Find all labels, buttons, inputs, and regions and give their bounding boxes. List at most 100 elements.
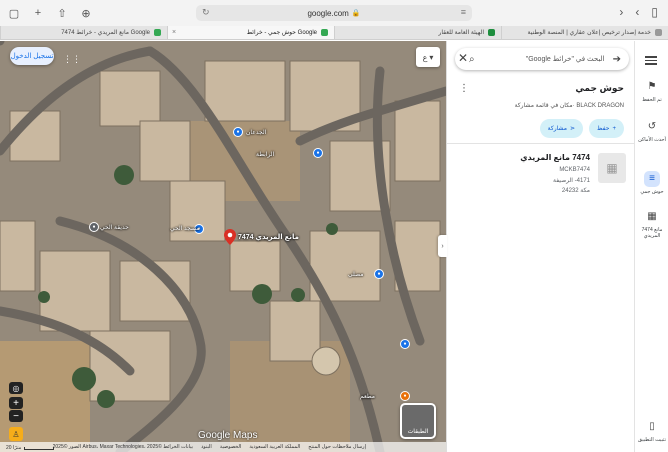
right-rail: ⚑ تم الحفظ ↺ أحدث الأماكن ≡ حوش جمي ▦ 74… (634, 41, 668, 452)
rega-favicon-icon (488, 29, 495, 36)
pin-label: 7474 مانع المريدي (238, 234, 300, 241)
terms-link[interactable]: البنود (201, 444, 212, 450)
tab-bar: 7474 مانع المريدي - خرائط Google × حوش ج… (0, 26, 668, 40)
search-box[interactable]: ➔ البحث في "خرائط Google" ⌕ (455, 48, 629, 70)
map-label: الجدعان (246, 130, 267, 136)
search-icon[interactable]: ⌕ (469, 54, 475, 65)
scale-bar (24, 446, 55, 450)
zoom-in-button[interactable]: + (9, 397, 23, 409)
save-button[interactable]: + حفظ (589, 119, 624, 138)
tab-title: 7474 مانع المريدي - خرائط Google (61, 30, 150, 36)
reload-icon[interactable]: ↻ (202, 7, 210, 18)
more-options-icon[interactable]: ⋮ (459, 83, 469, 94)
place-panel: › ➔ البحث في "خرائط Google" ⌕ ✕ حوش جمي … (438, 41, 635, 452)
rail-install-app[interactable]: ▯ تثبيت التطبيق (635, 419, 668, 443)
bookmark-icon: ⚑ (647, 81, 657, 92)
forward-icon[interactable]: › (619, 6, 623, 18)
collapse-panel-button[interactable]: › (438, 235, 447, 257)
place-thumbnail: ▦ (598, 153, 626, 183)
poi-marker-icon[interactable]: ● (374, 269, 384, 279)
tab-title: حوش جمي - خرائط Google (246, 30, 317, 36)
url-text: google.com (307, 8, 349, 18)
result-city: مكة 24232 (561, 188, 590, 194)
rail-label: 7474 مانع المريدي (641, 227, 663, 239)
tab-maps-active[interactable]: × حوش جمي - خرائط Google (167, 26, 334, 39)
share-icon: ⋖ (570, 126, 576, 132)
new-tab-icon[interactable]: + (32, 7, 44, 19)
close-tab-icon[interactable]: × (172, 29, 176, 36)
layers-label: الطبقات (407, 429, 429, 435)
lock-icon: 🔒 (351, 10, 361, 17)
rail-label: تم الحفظ (642, 97, 662, 103)
map-footer: الصور ©2025 Airbus، Maxar Technologies، … (0, 442, 446, 452)
place-thumb-icon: ▦ (647, 211, 657, 222)
map-label: مصلى (348, 272, 364, 278)
attribution-text: الصور ©2025 Airbus، Maxar Technologies، … (52, 444, 194, 450)
tab-ad-license[interactable]: خدمة إصدار ترخيص إعلان عقاري | المنصة ال… (501, 26, 668, 39)
close-icon[interactable]: ✕ (458, 51, 468, 65)
privacy-link[interactable]: الخصوصية (220, 444, 242, 450)
share-icon[interactable]: ⇧ (56, 7, 68, 20)
arrow-icon: ع (422, 52, 428, 62)
layers-button[interactable]: الطبقات (400, 403, 436, 439)
result-name: 7474 مانع المريدي (520, 153, 590, 162)
zoom-out-button[interactable]: − (9, 410, 23, 422)
tab-real-estate[interactable]: الهيئة العامة للعقار (334, 26, 501, 39)
poi-marker-icon[interactable]: ● (313, 148, 323, 158)
scale-label: 20 مترًا (6, 445, 22, 451)
sign-in-button[interactable]: تسجيل الدخول (10, 47, 54, 65)
rail-other-place[interactable]: ▦ 7474 مانع المريدي (635, 209, 668, 239)
list-icon: ≡ (644, 171, 660, 187)
chevron-down-icon: ▾ (429, 52, 434, 62)
menu-icon[interactable] (645, 54, 657, 67)
tab-title: خدمة إصدار ترخيص إعلان عقاري | المنصة ال… (527, 30, 651, 36)
google-maps-logo: Google Maps (198, 430, 258, 441)
address-bar[interactable]: ↻ google.com 🔒 ≡ (196, 5, 472, 21)
map-label: حديقة الحي (100, 225, 129, 231)
rail-saved[interactable]: ⚑ تم الحفظ (635, 79, 668, 103)
apps-grid-icon[interactable]: ⋮⋮ (63, 54, 81, 65)
reader-icon[interactable]: ≡ (461, 7, 466, 17)
pegman-icon[interactable]: ♙ (9, 427, 23, 441)
rail-current-place[interactable]: ≡ حوش جمي (635, 171, 668, 195)
poi-marker-icon[interactable]: ● (89, 222, 99, 232)
search-input[interactable]: البحث في "خرائط Google" (475, 55, 613, 63)
tab-maps-result[interactable]: 7474 مانع المريدي - خرائط Google (0, 26, 167, 39)
location-pin-icon[interactable] (224, 229, 236, 245)
sidebar-toggle-icon[interactable]: ▯ (651, 6, 658, 18)
poi-marker-icon[interactable]: ● (400, 391, 410, 401)
map-label: مطعم (360, 394, 376, 400)
map-canvas[interactable]: تسجيل الدخول ⋮⋮ ع ▾ ● الجدعان ● الرابطة … (0, 41, 446, 452)
tab-overview-icon[interactable]: ▢ (8, 7, 20, 20)
action-chips: + حفظ ⋖ مشاركة (539, 119, 624, 138)
save-label: حفظ (597, 126, 610, 132)
maps-favicon-icon (154, 29, 161, 36)
place-title: حوش جمي (575, 83, 624, 93)
map-label: الرابطة (256, 152, 275, 158)
map-label: مسجد الحي (170, 226, 200, 232)
feedback-link[interactable]: إرسال ملاحظات حول المنتج (308, 444, 366, 450)
browser-toolbar: ▢ + ⇧ ⊕ ↻ google.com 🔒 ≡ › ‹ ▯ (0, 0, 668, 26)
poi-marker-icon[interactable]: ● (400, 339, 410, 349)
history-icon: ↺ (647, 121, 657, 132)
maps-favicon-icon (321, 29, 328, 36)
share-button[interactable]: ⋖ مشاركة (539, 119, 584, 138)
place-subtitle: BLACK DRAGON ·مكان في قائمة مشاركة (514, 103, 624, 109)
directions-icon[interactable]: ➔ (613, 54, 621, 65)
back-icon[interactable]: ‹ (635, 6, 639, 18)
map-back-button[interactable]: ع ▾ (416, 47, 440, 67)
rail-label: حوش جمي (640, 189, 664, 195)
download-icon[interactable]: ⊕ (80, 7, 92, 20)
rail-label: أحدث الأماكن (638, 137, 666, 143)
map-scale[interactable]: 20 مترًا (6, 445, 55, 451)
country-text: المملكة العربية السعودية (249, 444, 301, 450)
list-item[interactable]: ▦ 7474 مانع المريدي MCKB7474 4171- الرصي… (454, 151, 626, 199)
result-address: 4171- الرصيفة (553, 178, 590, 184)
my-location-icon[interactable]: ◎ (9, 382, 23, 394)
rail-recents[interactable]: ↺ أحدث الأماكن (635, 119, 668, 143)
phone-icon: ▯ (649, 421, 655, 432)
plus-icon: + (612, 125, 616, 132)
poi-marker-icon[interactable]: ● (233, 127, 243, 137)
satellite-imagery (0, 41, 446, 452)
plus-code: MCKB7474 (559, 167, 590, 173)
